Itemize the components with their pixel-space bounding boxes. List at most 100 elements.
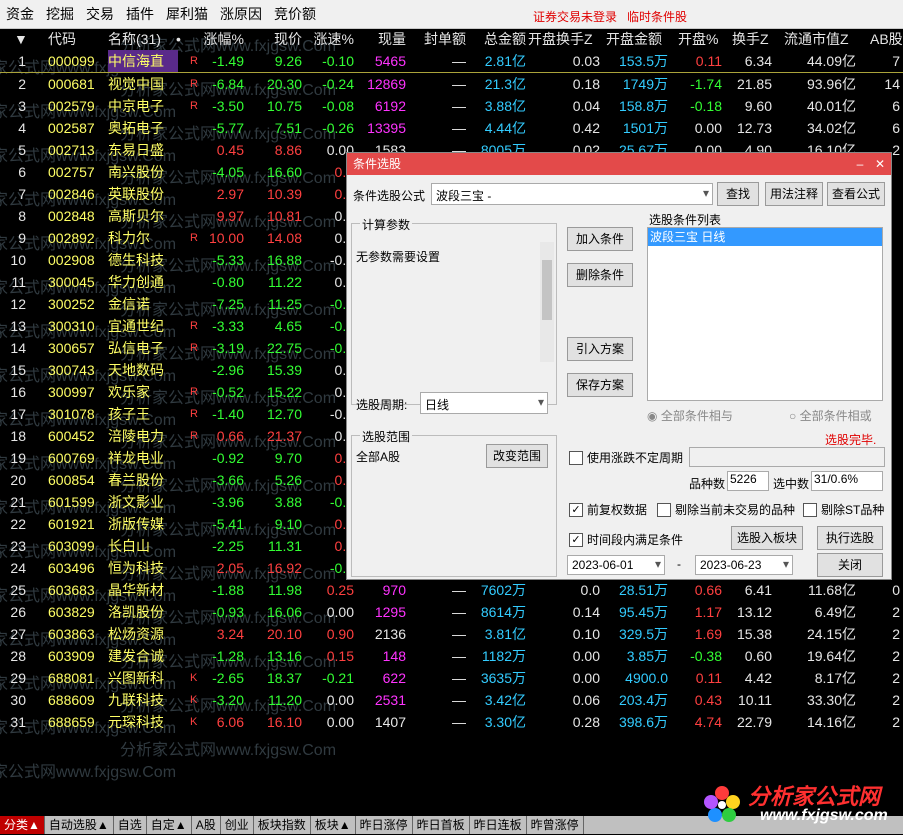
header-open-turn[interactable]: 开盘换手Z xyxy=(528,28,593,50)
table-row[interactable]: 2 000681 视觉中国 R -6.84 20.30 -0.24 12869—21.3亿 0.… xyxy=(0,73,903,95)
header-code[interactable]: 代码 xyxy=(48,28,76,50)
row-price: 16.06 xyxy=(266,604,302,620)
tab-0[interactable]: 分类▲ xyxy=(0,816,45,834)
fq-label: 前复权数据 xyxy=(587,503,648,517)
row-index: 10 xyxy=(10,252,26,268)
row-name: 中京电子 xyxy=(108,98,164,114)
usage-button[interactable]: 用法注释 xyxy=(765,182,823,206)
tab-7[interactable]: 板块▲ xyxy=(311,816,356,834)
row-index: 21 xyxy=(10,494,26,510)
table-row[interactable]: 31 688659 元琛科技 K 6.06 16.10 0.00 1407—3.30亿 0.28… xyxy=(0,711,903,733)
tab-10[interactable]: 昨日连板 xyxy=(470,816,527,834)
header-amount[interactable]: 总金额 xyxy=(470,28,526,50)
close-icon[interactable]: ✕ xyxy=(871,153,889,175)
find-button[interactable]: 查找 xyxy=(717,182,759,206)
formula-select[interactable]: 波段三宝 - ▾ xyxy=(431,183,713,205)
menu-rise-reason[interactable]: 涨原因 xyxy=(214,0,268,28)
table-row[interactable]: 28 603909 建发合诚 -1.28 13.16 0.15 148 — 1182万 0.00 3… xyxy=(0,645,903,667)
save-plan-button[interactable]: 保存方案 xyxy=(567,373,633,397)
delete-condition-button[interactable]: 删除条件 xyxy=(567,263,633,287)
table-row[interactable]: 30 688609 九联科技 K -3.20 11.20 0.00 2531—3.42亿 0.0… xyxy=(0,689,903,711)
table-row[interactable]: 25 603683 晶华新材 -1.88 11.98 0.25 970 — 7602万 0.0 28… xyxy=(0,579,903,601)
to-block-button[interactable]: 选股入板块 xyxy=(731,526,803,550)
row-amount: 3.81亿 xyxy=(484,626,526,642)
row-name: 浙版传媒 xyxy=(108,516,164,532)
menu-auction[interactable]: 竞价额 xyxy=(268,0,322,28)
header-seal[interactable]: 封单额 xyxy=(410,28,466,50)
row-code: 600452 xyxy=(48,428,95,444)
table-row[interactable]: 3 002579 中京电子 R -3.50 10.75 -0.08 6192—3.88亿 0.0… xyxy=(0,95,903,117)
row-turn: 10.11 xyxy=(738,692,772,708)
radio-and[interactable]: ◉ 全部条件相与 xyxy=(647,407,733,424)
date-from-picker[interactable]: 2023-06-01 ▾ xyxy=(567,555,665,575)
tab-9[interactable]: 昨日首板 xyxy=(413,816,470,834)
header-vol[interactable]: 现量 xyxy=(356,28,406,50)
minimize-icon[interactable]: – xyxy=(851,153,869,175)
exclude-st-checkbox[interactable] xyxy=(803,503,817,517)
header-speed[interactable]: 涨速% xyxy=(304,28,354,50)
run-button[interactable]: 执行选股 xyxy=(817,526,883,550)
tab-8[interactable]: 昨日涨停 xyxy=(356,816,413,834)
close-button[interactable]: 关闭 xyxy=(817,553,883,577)
login-status: 证券交易未登录 xyxy=(533,10,618,24)
exclude-untrade-checkbox[interactable] xyxy=(657,503,671,517)
row-speed: 0.00 xyxy=(326,604,354,620)
row-seal: — xyxy=(452,714,466,730)
tab-5[interactable]: 创业 xyxy=(221,816,254,834)
header-turn[interactable]: 换手Z xyxy=(732,28,769,50)
tab-2[interactable]: 自选 xyxy=(114,816,147,834)
tab-4[interactable]: A股 xyxy=(192,816,221,834)
header-open-amt[interactable]: 开盘金额 xyxy=(606,28,662,50)
row-price: 11.25 xyxy=(268,296,302,312)
import-plan-button[interactable]: 引入方案 xyxy=(567,337,633,361)
header-ab[interactable]: AB股 xyxy=(870,28,903,50)
date-to-picker[interactable]: 2023-06-23 ▾ xyxy=(695,555,793,575)
tab-1[interactable]: 自动选股▲ xyxy=(45,816,114,834)
header-open-pct[interactable]: 开盘% xyxy=(678,28,718,50)
sort-icon[interactable]: ▼ xyxy=(14,28,28,50)
tab-11[interactable]: 昨曾涨停 xyxy=(527,816,584,834)
menu-plugin[interactable]: 插件 xyxy=(120,0,160,28)
param-scrollbar[interactable] xyxy=(540,242,554,362)
menu-trade[interactable]: 交易 xyxy=(80,0,120,28)
table-row[interactable]: 1 000099 中信海直 R -1.49 9.26 -0.10 5465—2.81亿 0.03… xyxy=(0,50,903,73)
uncertain-period-input[interactable] xyxy=(689,447,885,467)
table-row[interactable]: 27 603863 松炀资源 3.24 20.10 0.90 2136 — 3.81亿 0.10 3… xyxy=(0,623,903,645)
calc-param-title: 计算参数 xyxy=(360,216,413,233)
change-range-button[interactable]: 改变范围 xyxy=(486,444,548,468)
header-mcap[interactable]: 流通市值Z xyxy=(784,28,849,50)
chevron-down-icon: ▾ xyxy=(654,557,661,571)
table-row[interactable]: 4 002587 奥拓电子 -5.77 7.51 -0.26 13395 — 4.44亿 0.42… xyxy=(0,117,903,139)
condition-list-item[interactable]: 波段三宝 日线 xyxy=(648,228,882,246)
menu-funds[interactable]: 资金 xyxy=(0,0,40,28)
row-index: 7 xyxy=(18,186,26,202)
row-index: 5 xyxy=(18,142,26,158)
menu-mining[interactable]: 挖掘 xyxy=(40,0,80,28)
row-code: 301078 xyxy=(48,406,95,422)
radio-or[interactable]: ○ 全部条件相或 xyxy=(789,407,872,424)
menu-xilimao[interactable]: 犀利猫 xyxy=(160,0,214,28)
header-pct[interactable]: 涨幅% xyxy=(190,28,244,50)
row-open-amt: 203.4万 xyxy=(618,692,668,708)
row-name: 恒为科技 xyxy=(108,560,164,576)
row-name: 南兴股份 xyxy=(108,164,164,180)
row-index: 29 xyxy=(10,670,26,686)
tab-6[interactable]: 板块指数 xyxy=(254,816,311,834)
header-name[interactable]: 名称(31) xyxy=(108,28,161,50)
header-price[interactable]: 现价 xyxy=(248,28,302,50)
row-code: 002908 xyxy=(48,252,95,268)
table-row[interactable]: 29 688081 兴图新科 K -2.65 18.37 -0.21 622—3635万 0.0… xyxy=(0,667,903,689)
row-amount: 8614万 xyxy=(480,604,526,620)
condition-list[interactable]: 波段三宝 日线 xyxy=(647,227,883,401)
period-select[interactable]: 日线 ▾ xyxy=(420,392,548,414)
row-mcap: 44.09亿 xyxy=(806,53,856,69)
add-condition-button[interactable]: 加入条件 xyxy=(567,227,633,251)
table-row[interactable]: 26 603829 洛凯股份 -0.93 16.06 0.00 1295 — 8614万 0.14… xyxy=(0,601,903,623)
uncertain-period-checkbox[interactable] xyxy=(569,451,583,465)
view-formula-button[interactable]: 查看公式 xyxy=(827,182,885,206)
fq-checkbox[interactable]: ✓ xyxy=(569,503,583,517)
tab-3[interactable]: 自定▲ xyxy=(147,816,192,834)
timespan-checkbox[interactable]: ✓ xyxy=(569,533,583,547)
row-pct: -3.33 xyxy=(212,318,244,334)
row-price: 10.81 xyxy=(266,208,302,224)
